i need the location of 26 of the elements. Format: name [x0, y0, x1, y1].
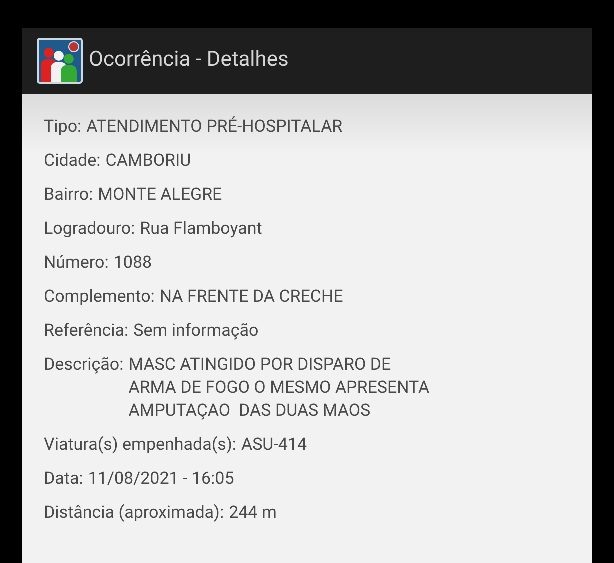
field-value: CAMBORIU	[106, 150, 192, 173]
field-value: ASU-414	[242, 434, 308, 457]
field-value: MONTE ALEGRE	[98, 184, 222, 207]
field-label: Descrição:	[44, 354, 124, 377]
field-label: Tipo:	[44, 116, 82, 139]
field-label: Referência:	[44, 320, 129, 343]
field-label: Data:	[44, 468, 84, 491]
field-value: AMPUTAÇAO DAS DUAS MAOS	[128, 400, 372, 423]
people-icon	[37, 38, 83, 84]
field-label: Distância (aproximada):	[44, 502, 224, 525]
field-label: Logradouro:	[44, 218, 136, 241]
field-value: Rua Flamboyant	[140, 218, 262, 241]
field-value: NA FRENTE DA CRECHE	[160, 286, 344, 309]
field-value: 244 m	[229, 502, 277, 525]
field-label: Complemento:	[44, 286, 155, 309]
screen-title: Ocorrência - Detalhes	[89, 47, 289, 74]
field-value: 11/08/2021 - 16:05	[88, 468, 234, 491]
field-value: Sem informação	[134, 320, 259, 343]
field-value: ATENDIMENTO PRÉ-HOSPITALAR	[86, 116, 343, 139]
field-label: Número:	[44, 252, 109, 275]
field-value: 1088	[114, 252, 152, 275]
field-label: Cidade:	[44, 150, 101, 173]
field-label: Bairro:	[44, 184, 94, 207]
field-value: ARMA DE FOGO O MESMO APRESENTA	[128, 377, 430, 400]
field-label: Viatura(s) empenhada(s):	[44, 434, 236, 457]
field-value: MASC ATINGIDO POR DISPARO DE	[128, 354, 392, 377]
